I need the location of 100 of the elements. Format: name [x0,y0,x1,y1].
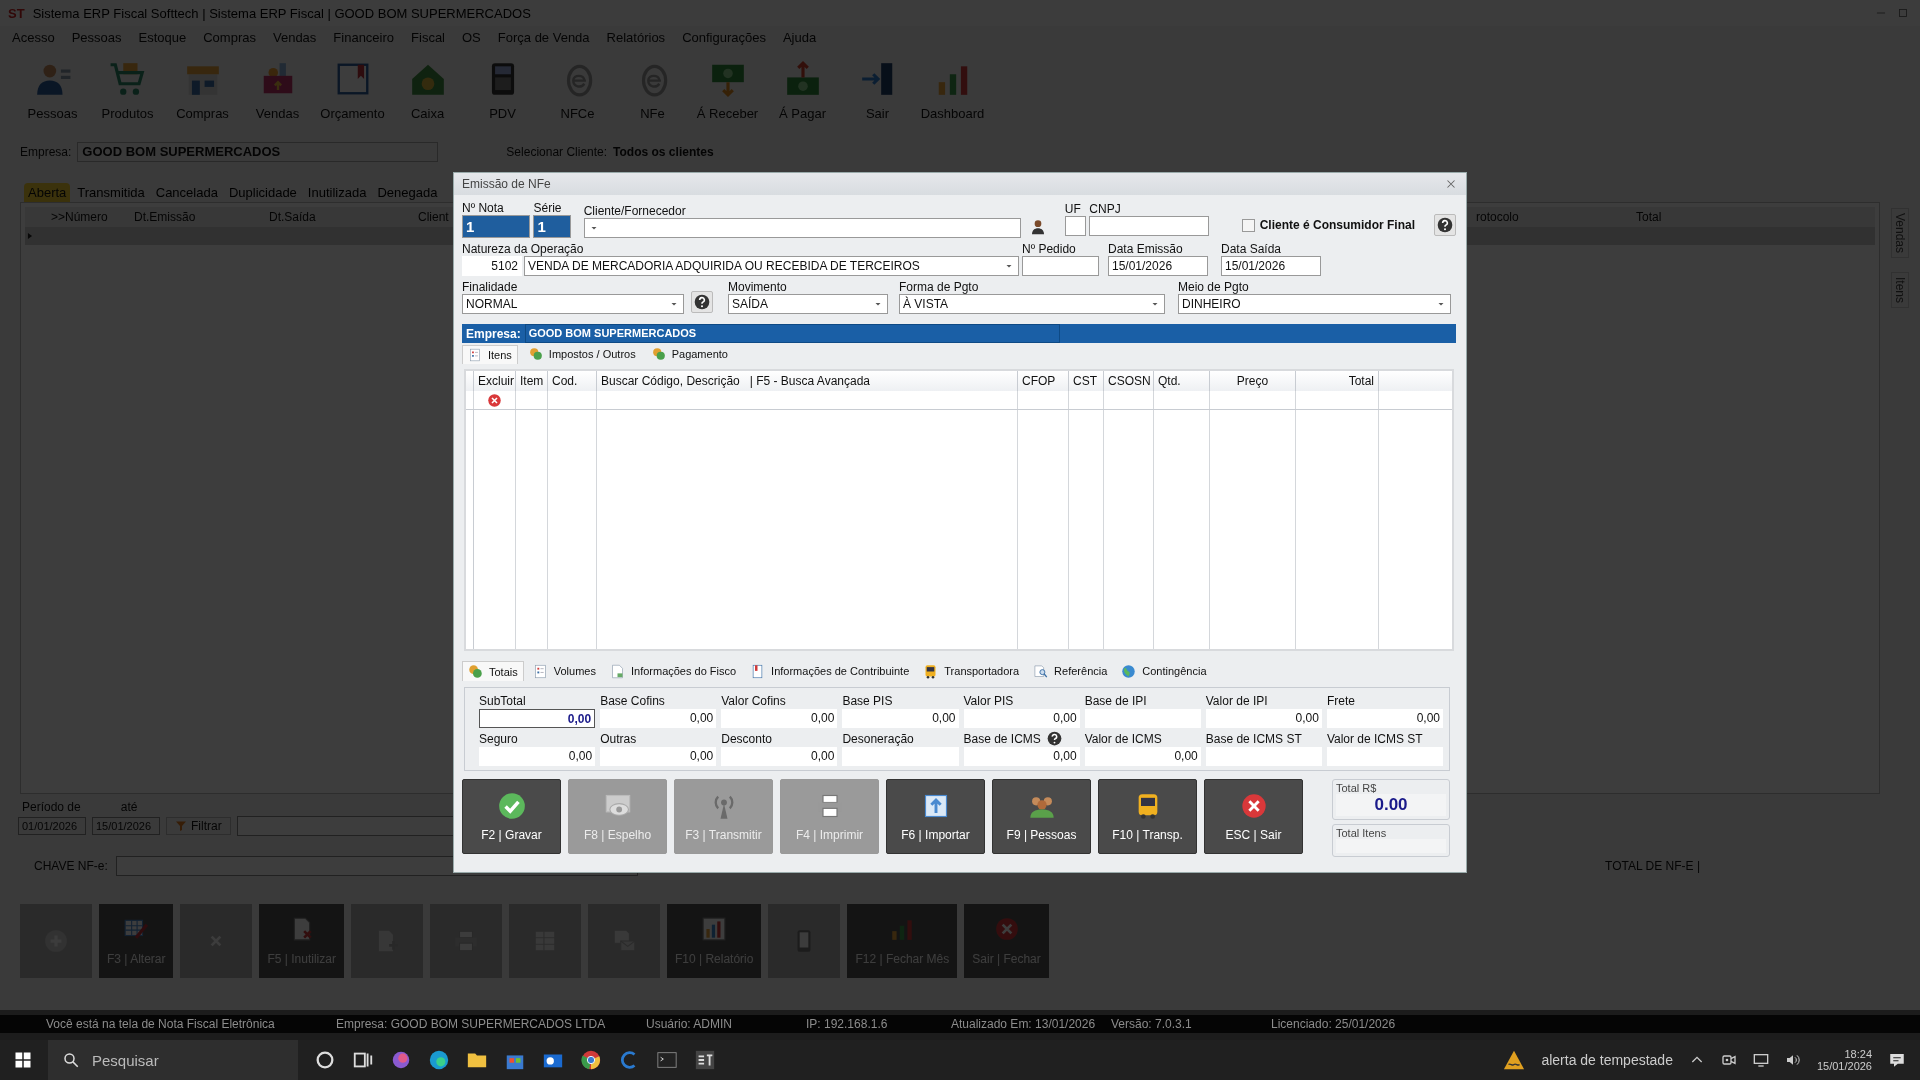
document-search-icon [1033,663,1049,679]
column-header[interactable]: Total [1296,371,1379,391]
column-header[interactable]: Excluir [474,371,516,391]
app-icon[interactable] [314,1049,336,1071]
funnel-icon [175,820,187,832]
operation-combo[interactable]: VENDA DE MERCADORIA ADQUIRIDA OU RECEBIDA DE TERCEIROS [524,256,1019,276]
cnpj-field[interactable] [1089,216,1209,236]
status-text: Licenciado: 25/01/2026 [1271,1017,1396,1031]
window-title: Sistema ERP Fiscal Softtech | Sistema ERP Fiscal | GOOD BOM SUPERMERCADOS [32,5,531,21]
notification-icon[interactable] [1888,1051,1906,1069]
help-icon [1437,217,1453,233]
clock-date[interactable]: 15/01/2026 [1816,1060,1872,1072]
tab[interactable]: Referência [1028,661,1113,681]
tab[interactable]: Totais [462,661,524,681]
field-label: Movimento [728,280,788,294]
help-button[interactable] [691,291,713,313]
field-label: Nº Pedido [1022,242,1077,256]
field-label: Finalidade [462,280,519,294]
number-field[interactable]: 1 [462,215,531,238]
client-combo[interactable] [583,218,1021,238]
status-text: IP: 192.168.1.6 [806,1017,889,1031]
coins-icon [468,664,483,679]
field-label: Série [533,201,563,215]
warning-icon [1503,1049,1526,1071]
tab[interactable]: Volumes [527,661,601,681]
user-icon[interactable] [1029,219,1046,235]
clock-time[interactable]: 18:24 [1844,1048,1872,1060]
field-label: Data Saída [1221,242,1283,256]
action-button[interactable]: ESC | Sair [1204,779,1303,854]
column-header[interactable]: Cod. [548,371,597,391]
column-header[interactable]: CFOP [1018,371,1069,391]
tab[interactable]: Impostos / Outros [523,345,641,363]
field-label: CNPJ [1089,202,1122,216]
payment-form-combo[interactable]: À VISTA [899,294,1165,314]
x-circle-icon [993,916,1020,942]
date-field[interactable]: 15/01/2026 [1221,256,1321,276]
status-text: Usuário: ADMIN [646,1017,734,1031]
action-button[interactable]: F10 | Transp. [1098,779,1197,854]
search-field[interactable]: Pesquisar [48,1040,298,1080]
column-header[interactable]: Preço [1210,371,1296,391]
checkbox[interactable] [1241,218,1255,232]
column-header[interactable]: Qtd. [1154,371,1210,391]
action-button[interactable]: F9 | Pessoas [992,779,1091,854]
windows-icon[interactable] [14,1051,32,1069]
uf-field[interactable] [1064,216,1087,236]
search-icon [62,1051,80,1069]
movement-combo[interactable]: SAÍDA [728,294,888,314]
operation-code-field[interactable]: 5102 [462,256,522,276]
column-header[interactable]: CSOSN [1104,371,1154,391]
help-icon [694,294,710,310]
camera-icon[interactable] [1720,1052,1737,1068]
speaker-icon[interactable] [1784,1052,1801,1068]
app-icon[interactable] [694,1049,716,1071]
network-icon[interactable] [1752,1052,1769,1068]
series-field[interactable]: 1 [533,215,571,238]
purpose-combo[interactable]: NORMAL [462,294,684,314]
field-label: Nº Nota [462,201,505,215]
x-circle-icon [1239,791,1268,820]
globe-icon [1121,663,1137,679]
weather-alert[interactable]: alerta de tempestade [1541,1052,1673,1068]
tab[interactable]: Contingência [1116,661,1212,681]
payment-means-combo[interactable]: DINHEIRO [1178,294,1451,314]
checkbox-label: Cliente é Consumidor Final [1259,218,1415,232]
tab[interactable]: Informações do Fisco [604,661,742,681]
coins-icon [528,347,543,361]
tab[interactable]: Informações de Contribuinte [745,661,915,681]
delete-icon[interactable] [487,392,502,408]
column-header[interactable]: CST [1069,371,1104,391]
status-text: Empresa: GOOD BOM SUPERMERCADOS LTDA [336,1017,607,1031]
action-button[interactable]: F2 | Gravar [462,779,561,854]
status-text: Atualizado Em: 13/01/2026 [951,1017,1097,1031]
company-name: GOOD BOM SUPERMERCADOS [524,324,1060,343]
field-label: Natureza da Operação [462,242,585,256]
help-icon[interactable] [1046,731,1062,746]
column-header[interactable]: Buscar Código, Descrição | F5 - Busca Avançada [597,371,1018,391]
help-button[interactable] [1434,214,1456,236]
field-label: Cliente/Fornecedor [583,204,687,218]
app-icon[interactable] [580,1049,602,1071]
field-label: Meio de Pgto [1178,280,1250,294]
tab[interactable]: Pagamento [646,345,733,363]
date-field[interactable]: 15/01/2026 [1108,256,1208,276]
order-field[interactable] [1022,256,1099,276]
field-label: Data Emissão [1108,242,1184,256]
group-label: Total Itens [1336,827,1388,839]
status-text: Você está na tela de Nota Fiscal Eletrônica [46,1017,276,1031]
app-icon[interactable] [428,1049,450,1071]
action-button[interactable]: F6 | Importar [886,779,985,854]
group-label: Total R$ [1336,782,1378,794]
check-icon [497,791,526,820]
status-text: Versão: 7.0.3.1 [1111,1017,1193,1031]
document-icon [609,663,625,679]
dialog-title: Emissão de NFe [462,177,551,191]
company-label: Empresa: [465,326,522,341]
column-header[interactable]: Item [516,371,548,391]
total-amount: 0.00 [1336,794,1446,816]
list-icon [532,663,548,679]
field-label: UF [1064,202,1082,216]
tab[interactable]: Itens [462,344,518,364]
tab[interactable]: Transportadora [918,661,1025,681]
coins-icon [651,347,666,361]
